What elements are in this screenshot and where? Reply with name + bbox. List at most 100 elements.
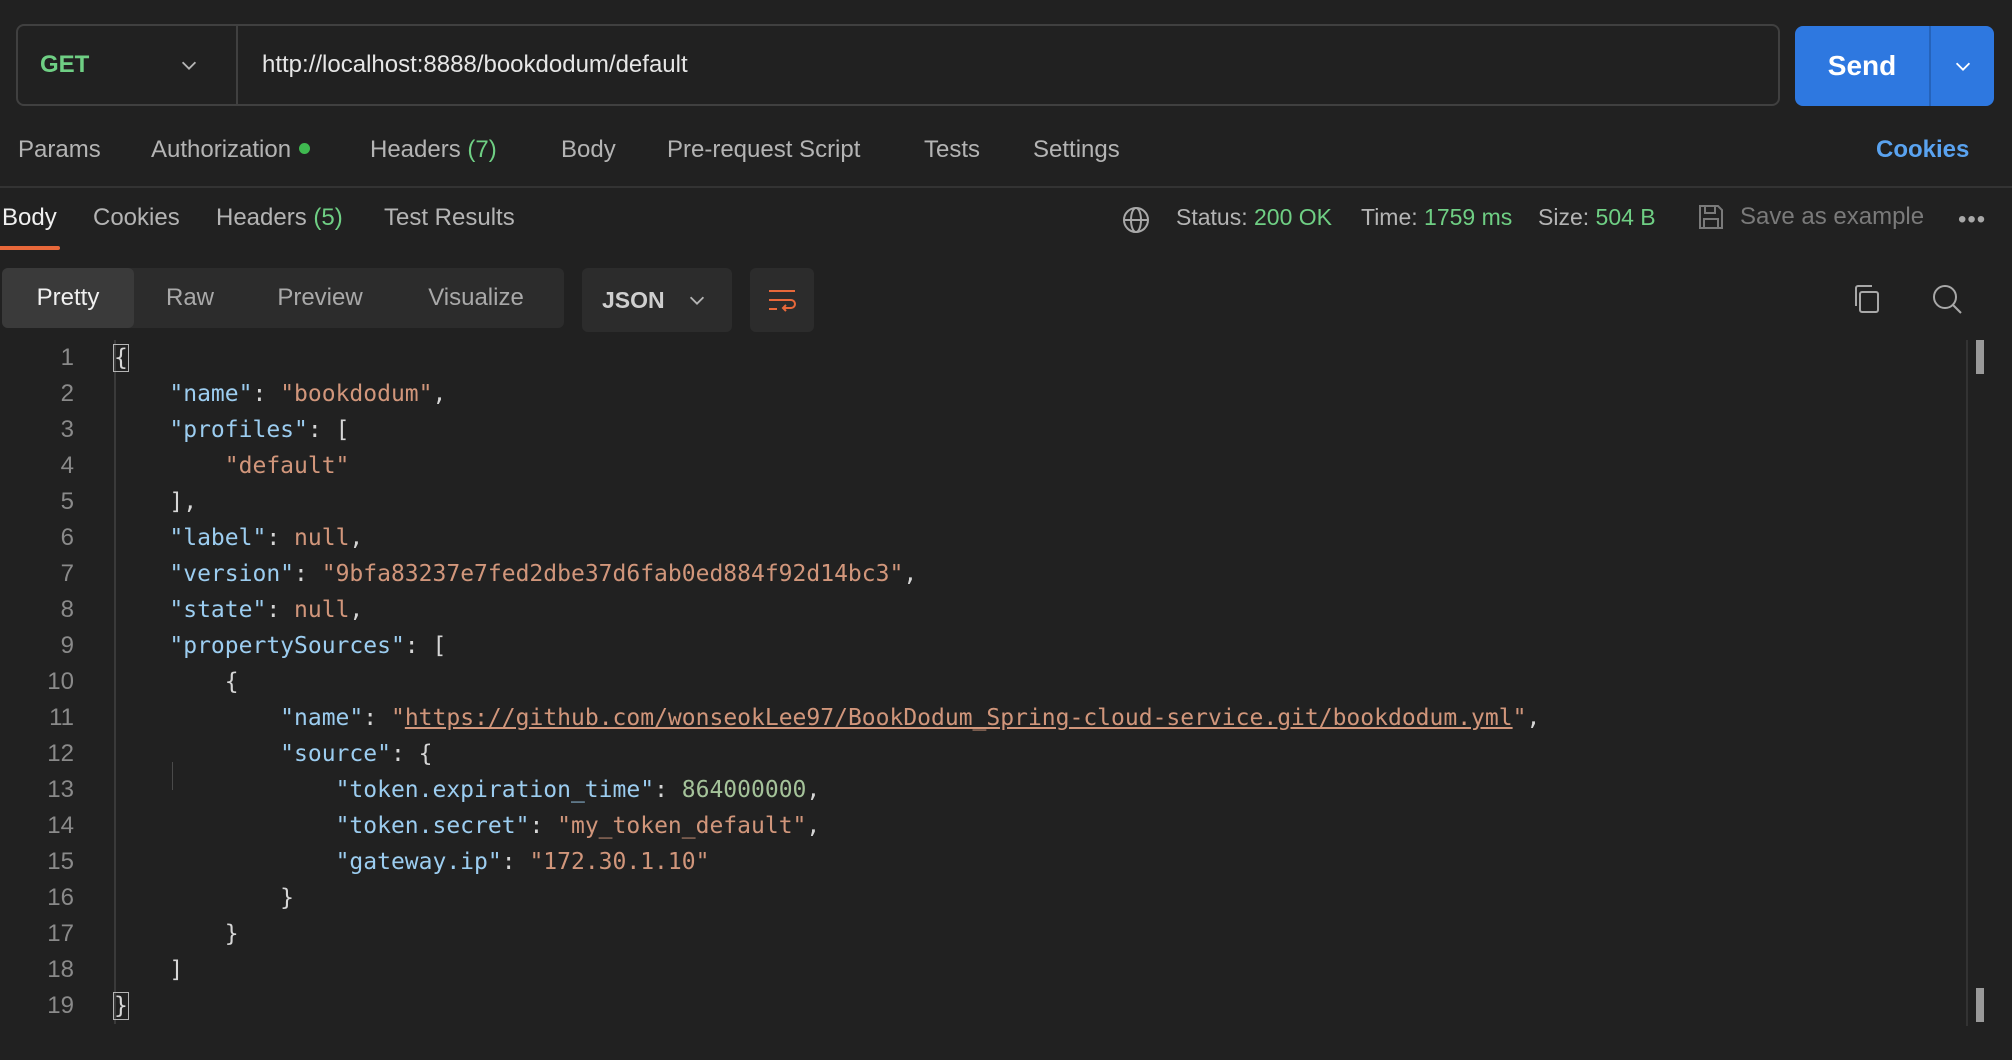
view-raw-button[interactable]: Raw	[134, 268, 246, 328]
code-line: 12 "source": {	[0, 736, 1960, 772]
globe-icon[interactable]	[1120, 204, 1152, 236]
section-divider	[0, 186, 2012, 188]
method-label: GET	[40, 51, 90, 78]
line-number: 5	[60, 488, 74, 515]
method-select[interactable]: GET	[18, 26, 238, 104]
search-icon[interactable]	[1930, 282, 1964, 316]
json-value: null	[294, 597, 350, 623]
json-value: null	[294, 525, 350, 551]
response-body-editor[interactable]: 1{ 2 "name": "bookdodum", 3 "profiles": …	[0, 340, 1960, 1024]
send-button[interactable]: Send	[1795, 26, 1931, 106]
code-line: 19}	[0, 988, 1960, 1024]
tab-headers-label: Headers	[370, 136, 461, 163]
code-line: 7 "version": "9bfa83237e7fed2dbe37d6fab0…	[0, 556, 1960, 592]
line-number: 2	[60, 380, 74, 407]
tab-params[interactable]: Params	[18, 136, 101, 164]
json-value: "bookdodum"	[280, 381, 433, 407]
cookies-link[interactable]: Cookies	[1876, 136, 1969, 164]
json-value: "my_token_default"	[557, 813, 807, 839]
wrap-lines-icon	[769, 290, 796, 312]
json-key: "label"	[169, 525, 267, 551]
line-number: 18	[47, 956, 74, 983]
response-tab-headers-count: (5)	[313, 204, 343, 231]
status-value: 200 OK	[1254, 204, 1332, 230]
send-button-group: Send	[1795, 26, 1994, 106]
code-line: 16 }	[0, 880, 1960, 916]
json-key: "version"	[169, 561, 295, 587]
line-number: 15	[47, 848, 74, 875]
save-as-example-label: Save as example	[1740, 203, 1925, 230]
line-number: 19	[47, 992, 74, 1019]
json-value: "default"	[224, 453, 350, 479]
response-status: Status: 200 OK	[1176, 204, 1332, 231]
line-number: 10	[47, 668, 74, 695]
json-key: "state"	[169, 597, 267, 623]
code-line: 15 "gateway.ip": "172.30.1.10"	[0, 844, 1960, 880]
tab-prerequest-script[interactable]: Pre-request Script	[667, 136, 860, 164]
status-label: Status:	[1176, 204, 1248, 230]
line-number: 4	[60, 452, 74, 479]
response-tab-body[interactable]: Body	[2, 204, 57, 232]
json-value: "172.30.1.10"	[529, 849, 710, 875]
json-key: "token.secret"	[335, 813, 530, 839]
request-tabs: Params Authorization Headers (7) Body Pr…	[0, 136, 2012, 172]
more-icon[interactable]: •••	[1958, 206, 1986, 234]
code-line: 9 "propertySources": [	[0, 628, 1960, 664]
format-select[interactable]: JSON	[582, 268, 732, 332]
time-value: 1759 ms	[1424, 204, 1513, 230]
scrollbar-track[interactable]	[1966, 340, 1968, 1026]
line-number: 13	[47, 776, 74, 803]
line-number: 3	[60, 416, 74, 443]
chevron-down-icon	[689, 296, 705, 305]
scrollbar-bottom-marker[interactable]	[1976, 988, 1984, 1022]
code-line: 3 "profiles": [	[0, 412, 1960, 448]
line-number: 11	[49, 704, 74, 731]
response-time: Time: 1759 ms	[1361, 204, 1512, 231]
json-key: "name"	[169, 381, 253, 407]
response-tab-test-results[interactable]: Test Results	[384, 204, 515, 232]
active-tab-indicator	[0, 246, 60, 250]
time-label: Time:	[1361, 204, 1418, 230]
property-source-url-link[interactable]: https://github.com/wonseokLee97/BookDodu…	[405, 705, 1513, 731]
code-line: 10 {	[0, 664, 1960, 700]
view-visualize-button[interactable]: Visualize	[394, 268, 558, 328]
code-line: 6 "label": null,	[0, 520, 1960, 556]
code-line: 4 "default"	[0, 448, 1960, 484]
request-url-bar: GET http://localhost:8888/bookdodum/defa…	[16, 24, 1780, 106]
json-key: "propertySources"	[169, 633, 405, 659]
code-line: 5 ],	[0, 484, 1960, 520]
tab-tests[interactable]: Tests	[924, 136, 980, 164]
response-size: Size: 504 B	[1538, 204, 1656, 231]
json-key: "gateway.ip"	[335, 849, 502, 875]
send-options-button[interactable]	[1931, 26, 1994, 106]
response-tab-cookies[interactable]: Cookies	[93, 204, 180, 232]
copy-icon[interactable]	[1850, 282, 1882, 316]
tab-authorization[interactable]: Authorization	[151, 136, 311, 164]
json-value: "9bfa83237e7fed2dbe37d6fab0ed884f92d14bc…	[321, 561, 904, 587]
url-input[interactable]: http://localhost:8888/bookdodum/default	[238, 51, 688, 79]
line-number: 17	[47, 920, 74, 947]
format-label: JSON	[602, 286, 665, 313]
line-number: 9	[60, 632, 74, 659]
line-number: 16	[47, 884, 74, 911]
line-number: 7	[60, 560, 74, 587]
line-number: 12	[47, 740, 74, 767]
tab-headers-count: (7)	[467, 136, 497, 163]
code-line: 11 "name": "https://github.com/wonseokLe…	[0, 700, 1960, 736]
save-as-example-button[interactable]: Save as example	[1696, 202, 1924, 232]
response-tab-headers[interactable]: Headers (5)	[216, 204, 343, 232]
tab-authorization-label: Authorization	[151, 136, 292, 163]
line-number: 6	[60, 524, 74, 551]
view-preview-button[interactable]: Preview	[246, 268, 394, 328]
json-key: "profiles"	[169, 417, 308, 443]
json-key: "token.expiration_time"	[335, 777, 655, 803]
code-line: 17 }	[0, 916, 1960, 952]
wrap-lines-button[interactable]	[750, 268, 814, 332]
line-number: 1	[60, 344, 74, 371]
view-pretty-button[interactable]: Pretty	[2, 268, 134, 328]
tab-settings[interactable]: Settings	[1033, 136, 1120, 164]
scrollbar-top-marker[interactable]	[1976, 340, 1984, 374]
size-value: 504 B	[1595, 204, 1656, 230]
tab-headers[interactable]: Headers (7)	[370, 136, 497, 164]
tab-body[interactable]: Body	[561, 136, 616, 164]
